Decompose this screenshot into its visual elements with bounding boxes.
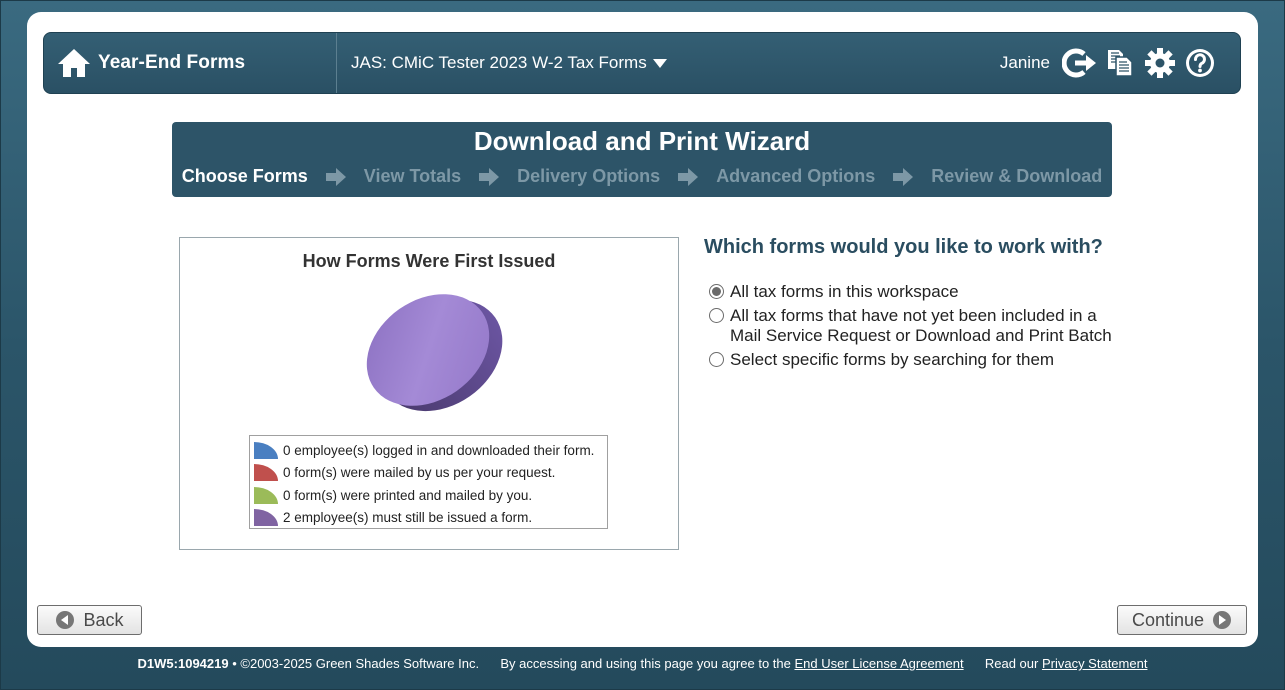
wizard-steps: Choose Forms View Totals Delivery Option… [172, 166, 1112, 187]
copyright-text: • ©2003-2025 Green Shades Software Inc. [232, 656, 480, 671]
documents-icon[interactable] [1102, 45, 1138, 81]
option-search-forms-label: Select specific forms by searching for t… [730, 350, 1055, 369]
option-not-included-label: All tax forms that have not yet been inc… [730, 306, 1112, 346]
chart-legend: 0 employee(s) logged in and downloaded t… [249, 435, 608, 529]
legend-label: 0 form(s) were mailed by us per your req… [283, 465, 556, 481]
radio-search-forms[interactable] [709, 352, 724, 367]
legend-swatch [254, 486, 278, 504]
username: Janine [999, 53, 1050, 72]
option-not-included-line2: Mail Service Request or Download and Pri… [730, 326, 1112, 345]
page-footer: D1W5:1094219 • ©2003-2025 Green Shades S… [0, 656, 1285, 671]
home-icon[interactable] [56, 47, 92, 79]
option-not-included[interactable]: All tax forms that have not yet been inc… [709, 306, 1112, 346]
option-all-forms-label: All tax forms in this workspace [730, 282, 959, 301]
caret-down-icon [652, 56, 667, 71]
chart-title: How Forms Were First Issued [302, 251, 556, 271]
issuance-chart: How Forms Were First Issued 0 employee(s… [179, 237, 679, 550]
build-code: D1W5:1094219 [137, 656, 229, 671]
legend-swatch [254, 464, 278, 482]
legend-label: 2 employee(s) must still be issued a for… [283, 510, 533, 526]
back-button-label: Back [83, 609, 124, 630]
continue-button[interactable]: Continue [1117, 605, 1247, 635]
step-advanced-options: Advanced Options [716, 166, 876, 186]
option-all-forms[interactable]: All tax forms in this workspace [709, 282, 1112, 302]
app-brand[interactable]: Year-End Forms [44, 33, 337, 93]
step-view-totals: View Totals [363, 166, 462, 186]
main-card: Year-End Forms JAS: CMiC Tester 2023 W-2… [27, 12, 1258, 647]
back-button[interactable]: Back [37, 605, 142, 635]
legend-label: 0 employee(s) logged in and downloaded t… [283, 442, 595, 458]
arrow-right-icon [893, 167, 914, 186]
option-not-included-line1: All tax forms that have not yet been inc… [730, 306, 1097, 325]
legend-item: 2 employee(s) must still be issued a for… [254, 507, 607, 530]
continue-button-label: Continue [1131, 609, 1205, 630]
top-navigation-bar: Year-End Forms JAS: CMiC Tester 2023 W-2… [43, 32, 1241, 94]
help-icon[interactable] [1182, 45, 1218, 81]
eula-link[interactable]: End User License Agreement [794, 656, 963, 671]
continue-arrow-icon [1213, 611, 1232, 629]
legend-label: 0 form(s) were printed and mailed by you… [283, 487, 533, 503]
workspace-label: JAS: CMiC Tester 2023 W-2 Tax Forms [351, 53, 647, 72]
app-title: Year-End Forms [98, 52, 246, 73]
radio-all-forms[interactable] [709, 284, 724, 299]
user-toolbar: Janine [1000, 45, 1240, 81]
read-text: Read our [984, 656, 1039, 671]
privacy-link[interactable]: Privacy Statement [1042, 656, 1148, 671]
legend-item: 0 form(s) were printed and mailed by you… [254, 484, 607, 507]
gear-icon[interactable] [1142, 45, 1178, 81]
step-review-download: Review & Download [931, 166, 1103, 186]
legend-item: 0 employee(s) logged in and downloaded t… [254, 439, 607, 462]
step-choose-forms: Choose Forms [181, 166, 308, 186]
legend-swatch [254, 441, 278, 459]
arrow-right-icon [479, 167, 500, 186]
arrow-right-icon [325, 167, 346, 186]
pie-chart [366, 294, 503, 412]
arrow-right-icon [678, 167, 699, 186]
wizard-header: Download and Print Wizard Choose Forms V… [172, 122, 1112, 197]
radio-not-included[interactable] [709, 308, 724, 323]
legend-swatch [254, 509, 278, 527]
workspace-dropdown[interactable]: JAS: CMiC Tester 2023 W-2 Tax Forms [337, 33, 667, 93]
option-search-forms[interactable]: Select specific forms by searching for t… [709, 350, 1112, 370]
legend-item: 0 form(s) were mailed by us per your req… [254, 462, 607, 485]
forms-options: All tax forms in this workspace All tax … [709, 282, 1112, 374]
agreement-text: By accessing and using this page you agr… [500, 656, 791, 671]
logout-icon[interactable] [1062, 45, 1098, 81]
back-arrow-icon [56, 611, 75, 629]
step-delivery-options: Delivery Options [517, 166, 661, 186]
wizard-title: Download and Print Wizard [473, 126, 811, 156]
forms-question: Which forms would you like to work with? [704, 236, 1103, 258]
